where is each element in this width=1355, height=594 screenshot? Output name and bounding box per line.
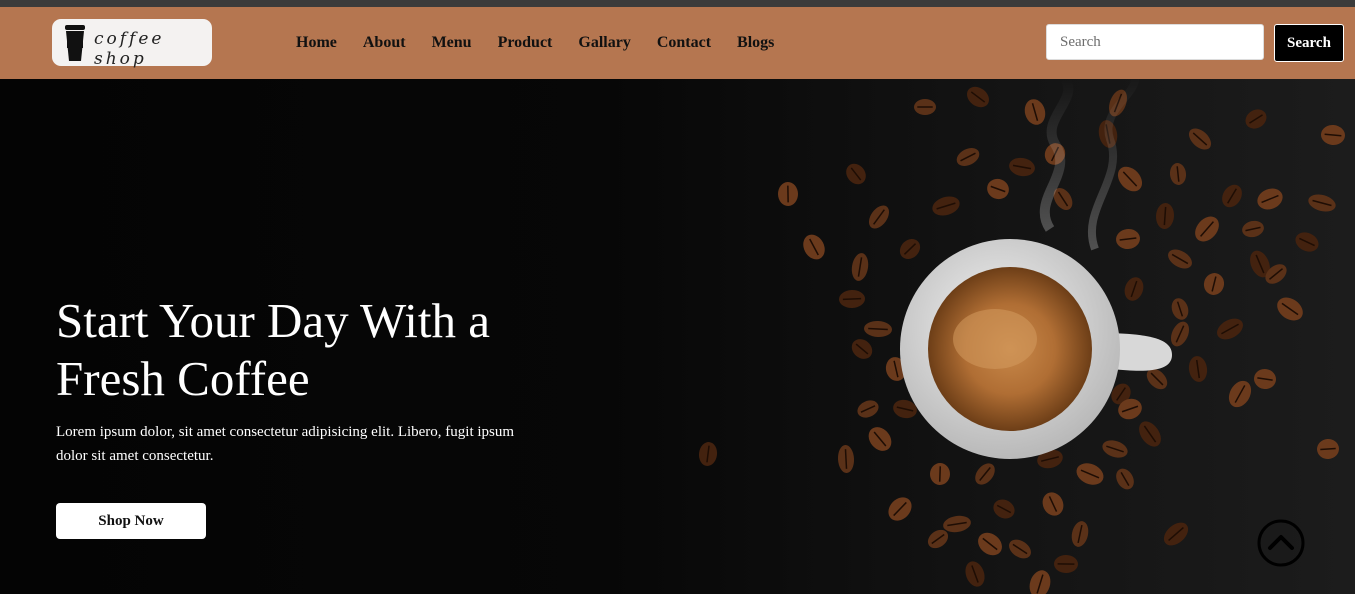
search-input[interactable] xyxy=(1046,24,1264,60)
coffee-bean-crease xyxy=(938,466,942,482)
navbar: coffee shop Home About Menu Product Gall… xyxy=(0,7,1355,79)
hero-title: Start Your Day With a Fresh Coffee xyxy=(56,293,491,406)
coffee-bean xyxy=(1029,570,1051,594)
top-strip xyxy=(0,0,1355,7)
shop-now-button[interactable]: Shop Now xyxy=(56,503,206,539)
coffee-bean-crease xyxy=(842,297,862,301)
nav-link-gallary[interactable]: Gallary xyxy=(578,34,630,52)
coffee-bean-crease xyxy=(844,449,848,469)
nav-link-product[interactable]: Product xyxy=(498,34,553,52)
main-nav: Home About Menu Product Gallary Contact … xyxy=(296,7,800,79)
brand-logo-text: coffee shop xyxy=(94,29,165,69)
coffee-bean-crease xyxy=(868,327,888,331)
search-button[interactable]: Search xyxy=(1274,24,1344,62)
nav-link-blogs[interactable]: Blogs xyxy=(737,34,774,52)
chevron-up-icon[interactable] xyxy=(1257,519,1305,567)
hero-description: Lorem ipsum dolor, sit amet consectetur … xyxy=(56,424,515,464)
hero-section: Start Your Day With a Fresh Coffee Lorem… xyxy=(0,79,1355,594)
coffee-cup-icon xyxy=(65,25,85,61)
nav-link-home[interactable]: Home xyxy=(296,34,337,52)
nav-link-contact[interactable]: Contact xyxy=(657,34,711,52)
nav-link-about[interactable]: About xyxy=(363,34,406,52)
brand-logo[interactable]: coffee shop xyxy=(52,19,212,69)
nav-link-menu[interactable]: Menu xyxy=(432,34,472,52)
